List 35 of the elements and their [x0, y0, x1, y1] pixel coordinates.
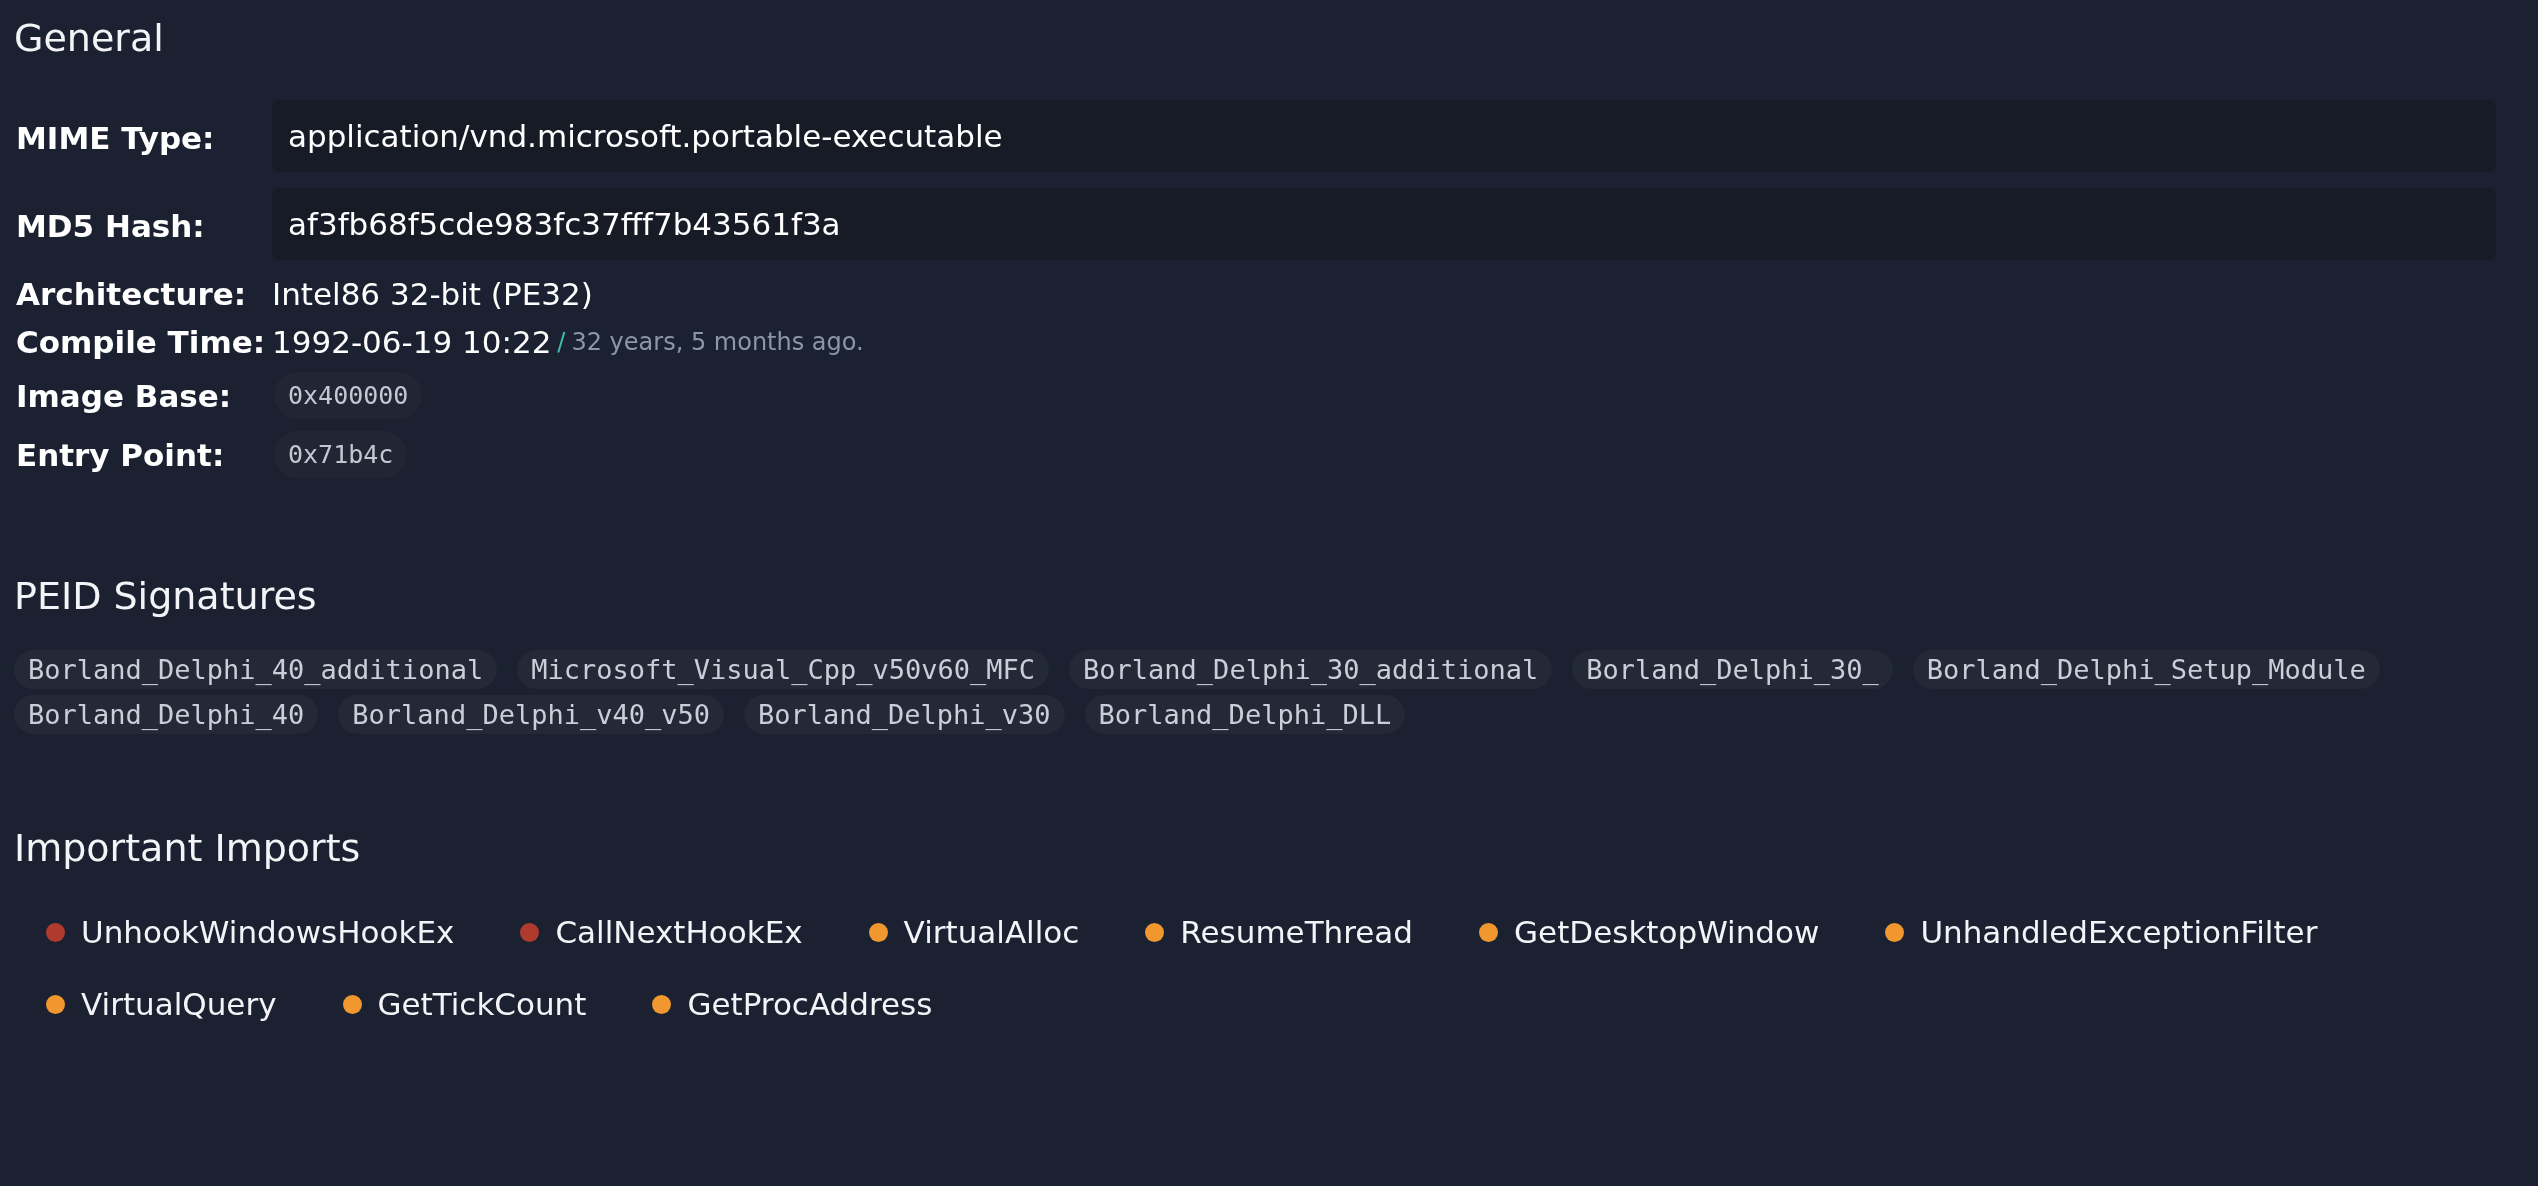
signature-tag: Borland_Delphi_Setup_Module: [1912, 650, 2380, 689]
signature-tag: Borland_Delphi_v40_v50: [338, 695, 724, 734]
field-value: 1992-06-19 10:22: [272, 324, 552, 360]
signature-tag: Borland_Delphi_40: [14, 695, 319, 734]
import-name: ResumeThread: [1180, 914, 1414, 950]
signature-tag: Borland_Delphi_30_additional: [1069, 650, 1553, 689]
field-label: Entry Point:: [15, 436, 226, 473]
field-label: Image Base:: [15, 377, 233, 414]
signature-tag: Borland_Delphi_DLL: [1084, 695, 1406, 734]
import-name: UnhookWindowsHookEx: [81, 914, 455, 950]
signature-tag: Borland_Delphi_40_additional: [14, 650, 498, 689]
code-value: 0x71b4c: [274, 431, 408, 478]
import-name: VirtualAlloc: [903, 914, 1080, 950]
code-value: 0x400000: [274, 372, 423, 419]
import-name: UnhandledExceptionFilter: [1920, 914, 2318, 950]
import-name: GetProcAddress: [687, 986, 933, 1022]
value-field: application/vnd.microsoft.portable-executable: [272, 100, 2496, 172]
section-heading: General: [14, 16, 165, 60]
section-heading: Important Imports: [14, 826, 362, 870]
field-label: MD5 Hash:: [15, 208, 206, 244]
relative-time: 32 years, 5 months ago.: [571, 328, 864, 356]
field-label: Architecture:: [15, 276, 248, 312]
value-field: af3fb68f5cde983fc37fff7b43561f3a: [272, 188, 2496, 260]
signature-tag: Borland_Delphi_30_: [1572, 650, 1893, 689]
field-value: Intel86 32-bit (PE32): [272, 276, 593, 312]
field-label: Compile Time:: [15, 324, 267, 360]
separator-mark: /: [557, 328, 566, 356]
signature-tag: Borland_Delphi_v30: [743, 695, 1065, 734]
signature-tag: Microsoft_Visual_Cpp_v50v60_MFC: [517, 650, 1050, 689]
import-name: VirtualQuery: [81, 986, 277, 1022]
import-name: GetDesktopWindow: [1514, 914, 1820, 950]
field-label: MIME Type:: [15, 120, 216, 156]
section-heading: PEID Signatures: [14, 574, 318, 618]
import-name: CallNextHookEx: [555, 914, 803, 950]
import-name: GetTickCount: [377, 986, 587, 1022]
